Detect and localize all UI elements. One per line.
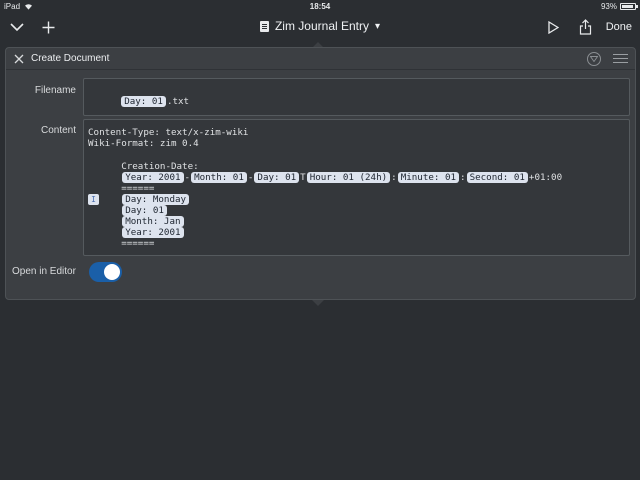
toolbar: Zim Journal Entry ▾ Done (0, 14, 640, 40)
document-icon (259, 20, 269, 32)
status-bar: iPad 18:54 93% (0, 0, 640, 14)
filename-label: Filename (34, 85, 76, 96)
battery-icon (620, 3, 638, 10)
menu-icon[interactable] (613, 54, 628, 64)
variable-token[interactable]: Day: 01 (254, 172, 300, 183)
variable-token[interactable]: Year: 2001 (122, 227, 184, 238)
variable-token[interactable]: Month: 01 (191, 172, 247, 183)
battery-percent: 93% (600, 2, 617, 11)
text-cursor-icon[interactable]: I (88, 194, 99, 205)
action-header: Create Document (6, 48, 635, 70)
toggle-knob (104, 264, 120, 280)
action-title: Create Document (31, 53, 110, 64)
variable-token[interactable]: Day: 01 (121, 96, 166, 107)
content-label: Content (40, 125, 76, 136)
content-line: Content-Type: text/x-zim-wiki (88, 127, 249, 138)
variable-token[interactable]: Hour: 01 (24h) (306, 172, 391, 183)
open-in-editor-label: Open in Editor (12, 266, 76, 277)
separator-text: - (247, 172, 254, 183)
variable-token[interactable]: Minute: 01 (397, 172, 460, 183)
content-text: ====== (121, 238, 155, 249)
variable-token[interactable]: Month: Jan (122, 216, 184, 227)
separator-text: T (300, 172, 306, 183)
filename-suffix: .txt (166, 96, 190, 107)
variable-token[interactable]: Day: 01 (122, 205, 167, 216)
done-button[interactable]: Done (606, 21, 632, 33)
content-line: ====== Day: Monday Day: 01 Month: Jan Ye… (88, 172, 190, 260)
workflow-title-text: Zim Journal Entry (274, 19, 369, 33)
play-icon[interactable] (542, 17, 564, 37)
content-text: Creation-Date: (121, 161, 199, 172)
panel-notch (312, 300, 324, 306)
content-text: +01:00 (528, 172, 563, 183)
content-field[interactable]: Content-Type: text/x-zim-wiki Wiki-Forma… (83, 119, 630, 256)
share-icon[interactable] (574, 17, 596, 37)
variable-token[interactable]: Second: 01 (466, 172, 528, 183)
separator-text: : (391, 172, 397, 183)
clock: 18:54 (309, 2, 331, 11)
variable-token[interactable]: Day: Monday (122, 194, 190, 205)
create-document-action: Create Document Filename Day: 01 .txt Con… (5, 47, 636, 300)
content-text: ====== (121, 183, 155, 194)
title-caret-icon: ▾ (375, 20, 381, 32)
close-icon[interactable] (12, 52, 26, 66)
filter-icon[interactable] (587, 52, 601, 66)
separator-text: : (460, 172, 466, 183)
content-line: Wiki-Format: zim 0.4 (88, 138, 199, 149)
filename-field[interactable]: Day: 01 .txt (83, 78, 630, 116)
open-in-editor-toggle[interactable] (89, 262, 122, 282)
